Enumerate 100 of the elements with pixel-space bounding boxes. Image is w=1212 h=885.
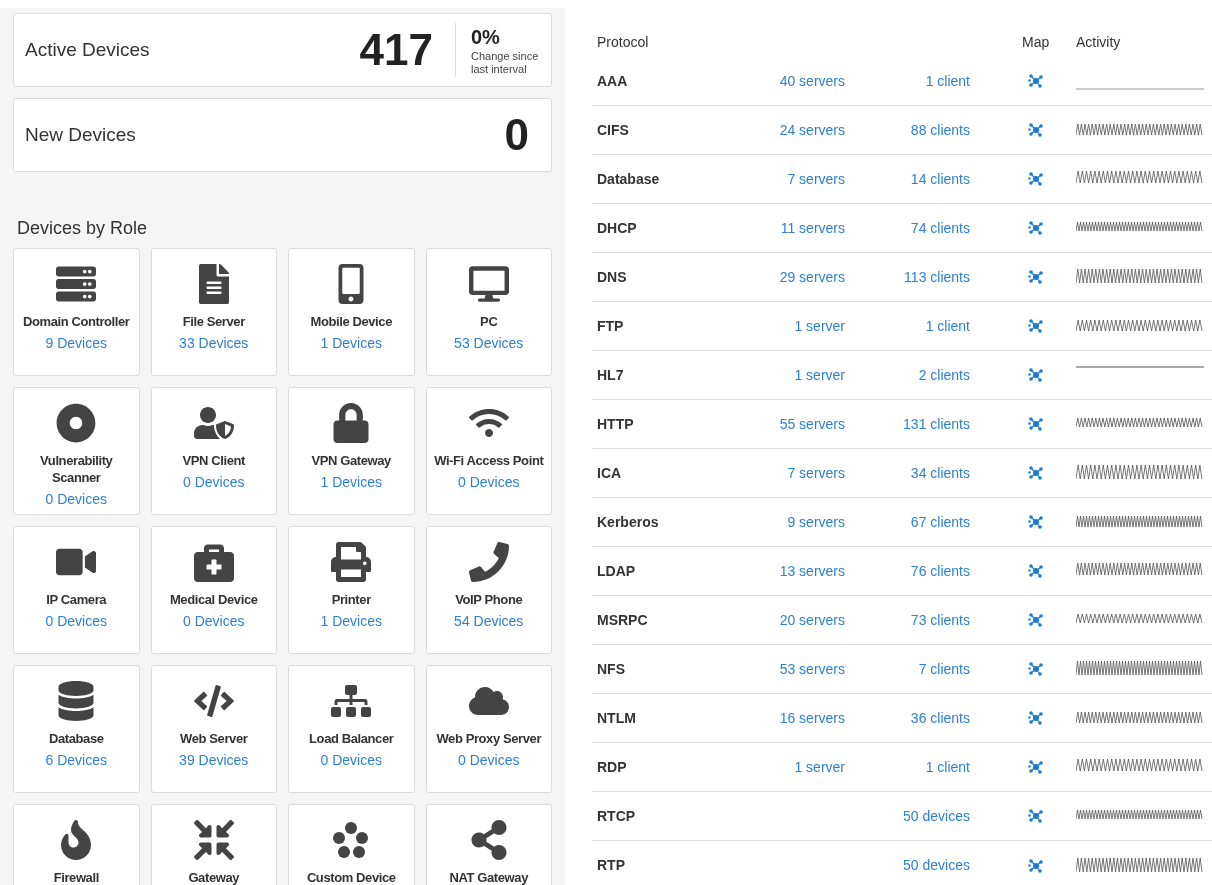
role-tile[interactable]: Mobile Device 1 Devices (288, 248, 415, 376)
clients-link[interactable]: 67 clients (910, 513, 970, 530)
device-count-link[interactable]: 0 Devices (45, 491, 107, 508)
role-tile[interactable]: PC 53 Devices (425, 248, 552, 376)
role-tile[interactable]: IP Camera 0 Devices (13, 526, 140, 654)
role-name: IP Camera (45, 591, 108, 608)
network-icon[interactable] (1028, 808, 1044, 824)
role-tile[interactable]: Gateway (150, 804, 277, 885)
clients-link[interactable]: 1 client (925, 317, 970, 334)
device-count-link[interactable]: 33 Devices (179, 335, 249, 352)
role-tile[interactable]: Medical Device 0 Devices (150, 526, 277, 654)
role-tile[interactable]: Vulnerability Scanner 0 Devices (13, 387, 140, 515)
role-name: Web Server (179, 730, 249, 747)
clients-link[interactable]: 73 clients (910, 611, 970, 628)
servers-link[interactable]: 7 servers (787, 170, 845, 187)
role-tile[interactable]: Custom Device (288, 804, 415, 885)
servers-link[interactable]: 16 servers (779, 709, 845, 726)
device-count-link[interactable]: 0 Devices (320, 752, 382, 769)
device-count-link[interactable]: 54 Devices (454, 613, 524, 630)
clients-link[interactable]: 113 clients (904, 268, 970, 285)
servers-link[interactable]: 24 servers (779, 121, 845, 138)
role-tile[interactable]: Database 6 Devices (13, 665, 140, 793)
servers-link[interactable]: 9 servers (787, 513, 845, 530)
change-caption: Change since last interval (471, 49, 540, 76)
device-count-link[interactable]: 0 Devices (458, 474, 520, 491)
clients-link[interactable]: 88 clients (910, 121, 970, 138)
device-count-link[interactable]: 39 Devices (179, 752, 249, 769)
role-tile[interactable]: Firewall (13, 804, 140, 885)
protocol-name: NFS (596, 659, 626, 679)
role-name: Medical Device (168, 591, 259, 608)
clients-link[interactable]: 34 clients (910, 464, 970, 481)
servers-link[interactable]: 53 servers (779, 660, 845, 677)
role-name: Firewall (52, 869, 100, 885)
clients-link[interactable]: 36 clients (910, 709, 970, 726)
clients-link[interactable]: 131 clients (903, 415, 970, 432)
device-count-link[interactable]: 1 Devices (320, 335, 382, 352)
device-count-link[interactable]: 0 Devices (45, 613, 107, 630)
network-icon[interactable] (1028, 367, 1044, 383)
servers-link[interactable]: 1 server (794, 758, 845, 775)
network-icon[interactable] (1028, 514, 1044, 530)
role-tile[interactable]: VPN Client 0 Devices (150, 387, 277, 515)
lock-icon (331, 403, 372, 443)
network-icon[interactable] (1028, 220, 1044, 236)
device-count-link[interactable]: 1 Devices (320, 613, 382, 630)
role-tile[interactable]: Printer 1 Devices (288, 526, 415, 654)
clients-link[interactable]: 2 clients (918, 366, 970, 383)
network-icon[interactable] (1028, 661, 1044, 677)
role-tile[interactable]: VPN Gateway 1 Devices (288, 387, 415, 515)
servers-link[interactable]: 40 servers (779, 72, 845, 89)
device-count-link[interactable]: 0 Devices (458, 752, 520, 769)
clients-link[interactable]: 50 devices (903, 857, 970, 873)
servers-link[interactable]: 29 servers (779, 268, 845, 285)
device-count-link[interactable]: 53 Devices (454, 335, 524, 352)
clients-link[interactable]: 14 clients (910, 170, 970, 187)
servers-link[interactable]: 11 servers (780, 219, 845, 236)
network-icon[interactable] (1028, 122, 1044, 138)
device-count-link[interactable]: 1 Devices (320, 474, 382, 491)
role-tile[interactable]: Load Balancer 0 Devices (288, 665, 415, 793)
network-icon[interactable] (1028, 759, 1044, 775)
device-count-link[interactable]: 0 Devices (183, 613, 245, 630)
clients-link[interactable]: 50 devices (903, 807, 970, 824)
role-tile[interactable]: Web Server 39 Devices (150, 665, 277, 793)
clients-link[interactable]: 76 clients (910, 562, 970, 579)
servers-link[interactable]: 7 servers (787, 464, 845, 481)
network-icon[interactable] (1028, 612, 1044, 628)
network-icon[interactable] (1028, 857, 1044, 874)
protocol-name: RDP (596, 757, 628, 777)
role-tile[interactable]: Web Proxy Server 0 Devices (425, 665, 552, 793)
network-icon[interactable] (1028, 73, 1044, 89)
role-tile[interactable]: File Server 33 Devices (150, 248, 277, 376)
network-icon[interactable] (1028, 465, 1044, 481)
column-header: Protocol (596, 33, 650, 52)
network-icon[interactable] (1028, 416, 1044, 432)
clients-link[interactable]: 74 clients (910, 219, 970, 236)
clients-link[interactable]: 1 client (925, 72, 970, 89)
role-tile[interactable]: Wi-Fi Access Point 0 Devices (425, 387, 552, 515)
servers-link[interactable]: 20 servers (779, 611, 845, 628)
network-icon[interactable] (1028, 318, 1044, 334)
clients-link[interactable]: 1 client (925, 758, 970, 775)
network-icon[interactable] (1028, 563, 1044, 579)
role-name: Printer (330, 591, 372, 608)
role-tile[interactable]: VoIP Phone 54 Devices (425, 526, 552, 654)
stat-label: New Devices (25, 122, 136, 147)
clients-link[interactable]: 7 clients (918, 660, 970, 677)
servers-link[interactable]: 55 servers (779, 415, 845, 432)
role-tile[interactable]: Domain Controller 9 Devices (13, 248, 140, 376)
role-tile[interactable]: NAT Gateway (425, 804, 552, 885)
medical-kit-icon (193, 542, 234, 582)
network-icon[interactable] (1028, 269, 1044, 285)
device-count-link[interactable]: 9 Devices (45, 335, 107, 352)
device-count-link[interactable]: 6 Devices (45, 752, 107, 769)
phone-handset-icon (468, 542, 509, 582)
network-icon[interactable] (1028, 710, 1044, 726)
servers-link[interactable]: 13 servers (779, 562, 845, 579)
device-count-link[interactable]: 0 Devices (183, 474, 245, 491)
servers-link[interactable]: 1 server (794, 317, 845, 334)
protocol-name: RTCP (596, 806, 637, 826)
network-icon[interactable] (1028, 171, 1044, 187)
role-name: Vulnerability Scanner (39, 452, 114, 486)
servers-link[interactable]: 1 server (794, 366, 845, 383)
